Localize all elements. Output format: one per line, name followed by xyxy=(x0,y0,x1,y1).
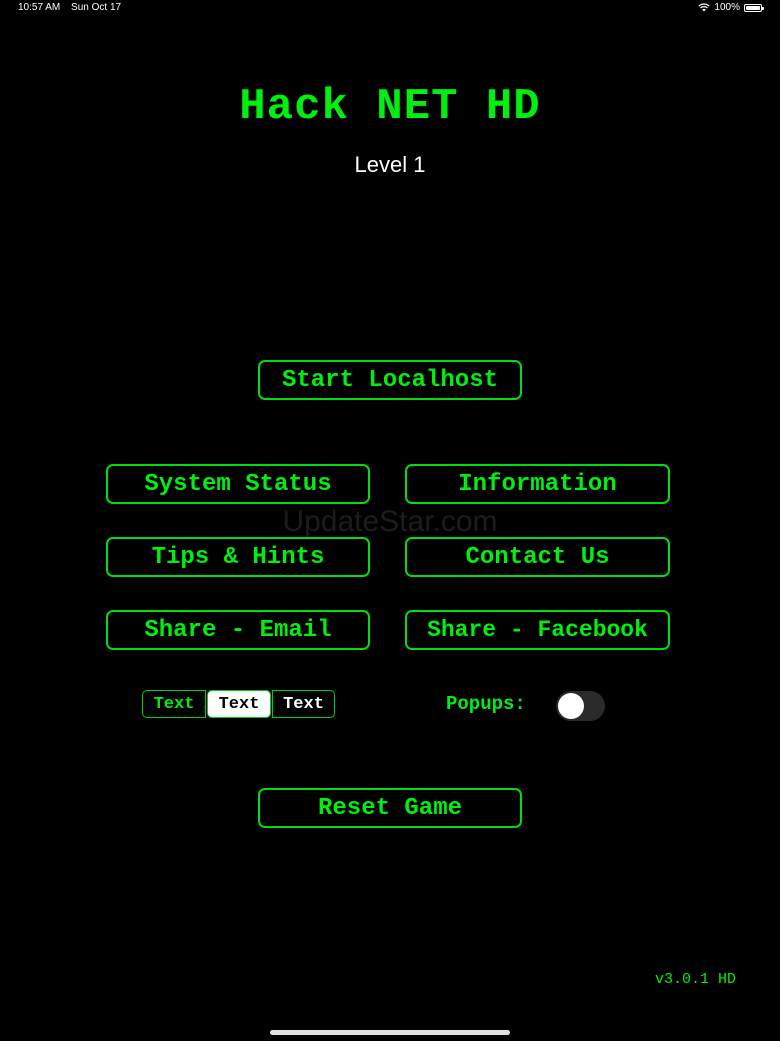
version-label: v3.0.1 HD xyxy=(654,971,736,988)
battery-percent: 100% xyxy=(714,2,740,13)
battery-icon xyxy=(744,3,764,12)
text-size-segmented-control: Text Text Text xyxy=(142,690,335,718)
level-label: Level 1 xyxy=(354,152,426,177)
status-bar-left: 10:57 AM Sun Oct 17 xyxy=(18,2,129,13)
status-date: Sun Oct 17 xyxy=(71,2,122,13)
home-indicator[interactable] xyxy=(270,1030,510,1035)
toggle-knob xyxy=(558,693,584,719)
reset-game-button[interactable]: Reset Game xyxy=(258,788,522,828)
watermark: UpdateStar.com xyxy=(282,505,498,538)
start-localhost-button[interactable]: Start Localhost xyxy=(258,360,522,400)
segment-option-1[interactable]: Text xyxy=(142,690,206,718)
status-time: 10:57 AM xyxy=(18,2,61,13)
share-email-button[interactable]: Share - Email xyxy=(106,610,370,650)
information-button[interactable]: Information xyxy=(405,464,670,504)
popups-toggle[interactable] xyxy=(556,691,605,721)
segment-option-3[interactable]: Text xyxy=(272,690,335,718)
status-bar-right: 100% xyxy=(698,2,764,13)
segment-option-2-selected[interactable]: Text xyxy=(207,690,271,718)
popups-label: Popups: xyxy=(446,693,526,715)
share-facebook-button[interactable]: Share - Facebook xyxy=(405,610,670,650)
system-status-button[interactable]: System Status xyxy=(106,464,370,504)
contact-us-button[interactable]: Contact Us xyxy=(405,537,670,577)
wifi-icon xyxy=(698,3,711,12)
app-title: Hack NET HD xyxy=(239,82,541,132)
tips-hints-button[interactable]: Tips & Hints xyxy=(106,537,370,577)
